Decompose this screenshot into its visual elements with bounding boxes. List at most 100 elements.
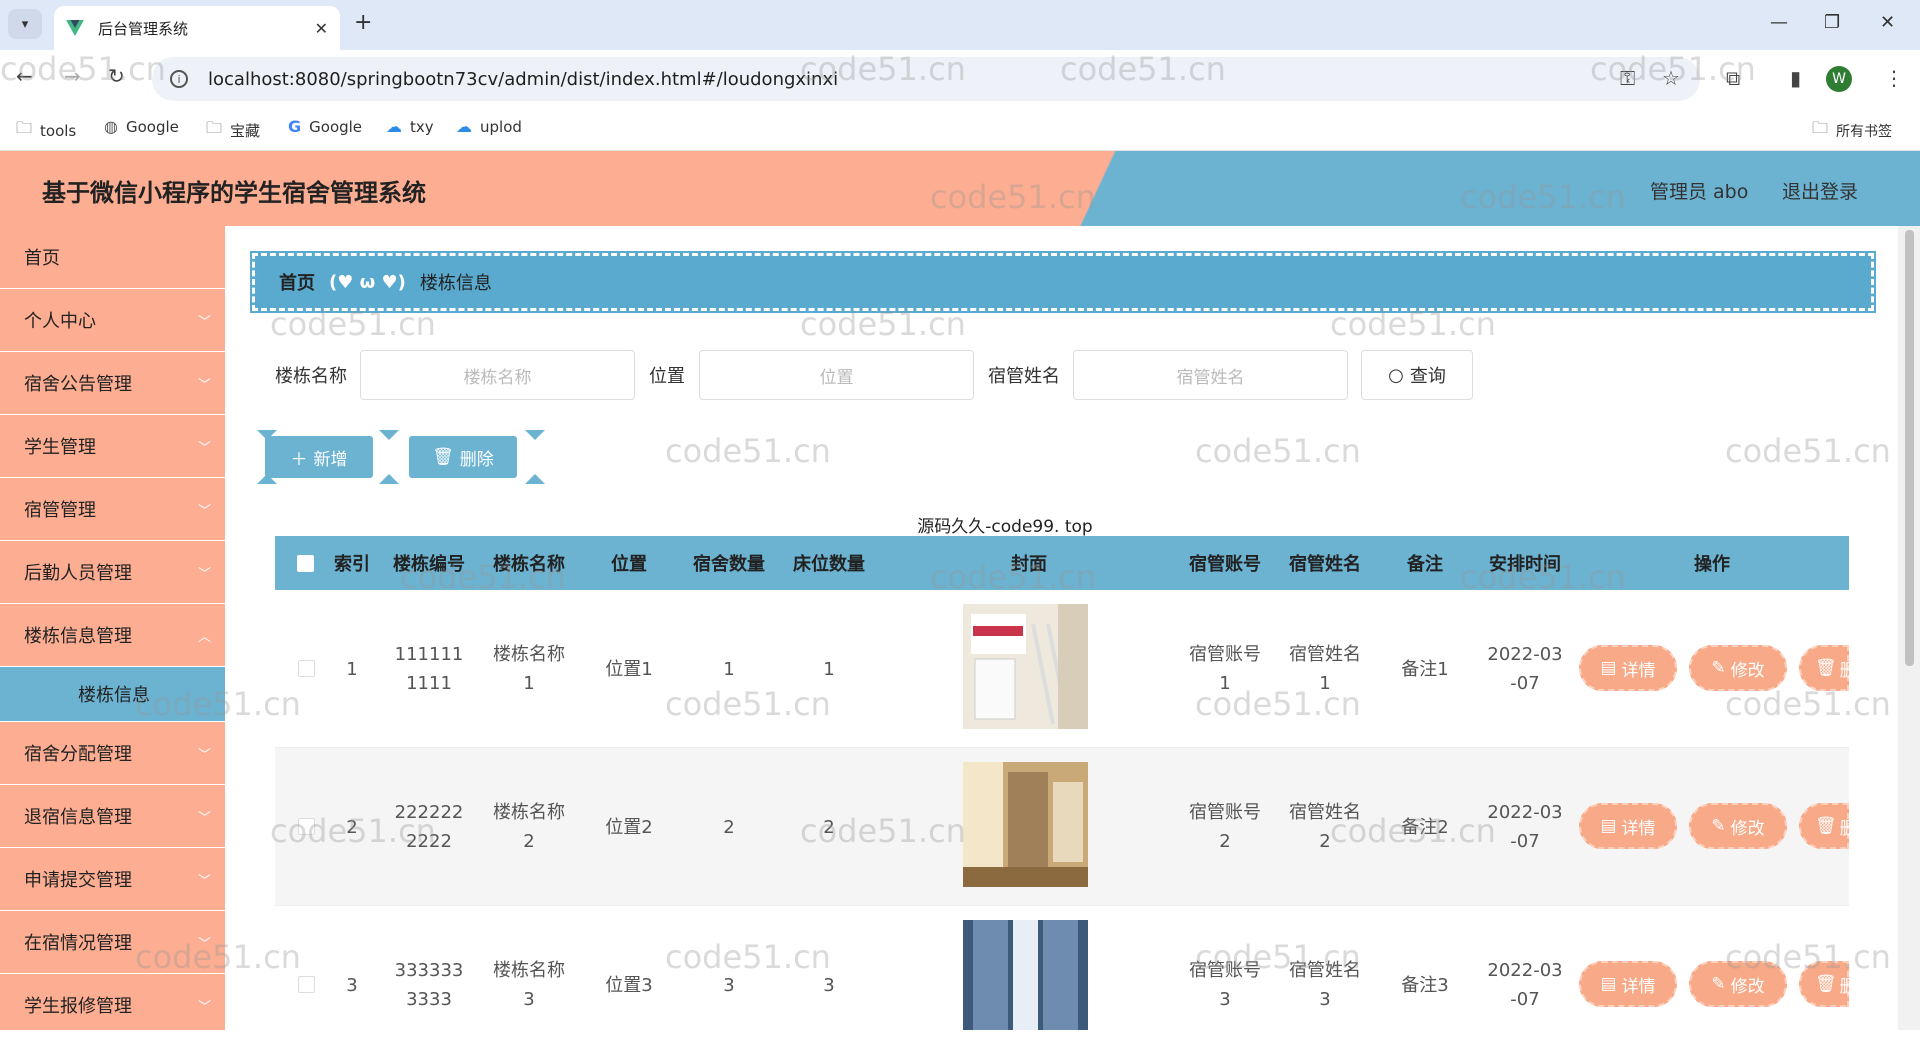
col-dorm-count: 宿舍数量 bbox=[693, 554, 765, 575]
row-delete-button[interactable]: 🗑 删 bbox=[1799, 803, 1857, 849]
table-row: 1 1111111111 楼栋名称1 位置1 1 1 宿管账号1 宿管姓名1 备… bbox=[275, 590, 1857, 748]
table-header: 索引 楼栋编号 楼栋名称 位置 宿舍数量 床位数量 封面 宿管账号 宿管姓名 备… bbox=[275, 536, 1849, 590]
back-icon[interactable]: ← bbox=[16, 64, 33, 88]
trash-icon: 🗑 bbox=[432, 447, 454, 467]
detail-button[interactable]: ▤ 详情 bbox=[1579, 961, 1677, 1007]
bookmark-tools[interactable]: 🗀 tools bbox=[16, 117, 76, 144]
detail-button[interactable]: ▤ 详情 bbox=[1579, 803, 1677, 849]
restore-icon[interactable]: ❐ bbox=[1824, 12, 1840, 33]
cell-time: 2022-03-07 bbox=[1487, 644, 1563, 694]
manager-name-label: 宿管姓名 bbox=[988, 366, 1060, 387]
query-button[interactable]: ○ 查询 bbox=[1361, 350, 1473, 400]
row-delete-button[interactable]: 🗑 删 bbox=[1799, 961, 1857, 1007]
profile-avatar[interactable]: W bbox=[1826, 66, 1852, 92]
delete-button[interactable]: 🗑 删除 bbox=[409, 436, 517, 478]
chevron-down-icon: ﹀ bbox=[197, 315, 211, 330]
position-input[interactable]: 位置 bbox=[699, 350, 974, 400]
add-button[interactable]: ＋新增 bbox=[265, 436, 373, 478]
url-text: localhost:8080/springbootn73cv/admin/dis… bbox=[208, 68, 839, 90]
cell-dorm-count: 3 bbox=[723, 974, 735, 996]
password-key-icon[interactable]: ⚿ bbox=[1620, 66, 1635, 90]
edit-button[interactable]: ✎ 修改 bbox=[1689, 961, 1787, 1007]
browser-tab[interactable]: 后台管理系统 ✕ bbox=[54, 6, 340, 50]
url-field[interactable]: i localhost:8080/springbootn73cv/admin/d… bbox=[152, 57, 1700, 101]
close-tab-icon[interactable]: ✕ bbox=[315, 19, 328, 38]
scrollbar-thumb[interactable] bbox=[1905, 230, 1914, 666]
cell-building-code: 1111111111 bbox=[394, 644, 464, 694]
forward-icon[interactable]: → bbox=[64, 64, 81, 88]
chevron-down-icon: ﹀ bbox=[197, 567, 211, 582]
chevron-up-icon: ︿ bbox=[197, 630, 211, 645]
site-info-icon[interactable]: i bbox=[170, 70, 188, 88]
sidebar-item-applications[interactable]: 申请提交管理 ﹀ bbox=[0, 848, 225, 911]
sidebar-item-building-info[interactable]: 楼栋信息管理 ︿ bbox=[0, 604, 225, 667]
all-bookmarks[interactable]: 🗀 所有书签 bbox=[1812, 117, 1892, 144]
table-caption: 源码久久-code99. top bbox=[917, 517, 1093, 537]
minimize-icon[interactable]: — bbox=[1770, 12, 1788, 33]
new-tab-icon[interactable]: + bbox=[354, 10, 372, 35]
edit-button[interactable]: ✎ 修改 bbox=[1689, 803, 1787, 849]
building-name-label: 楼栋名称 bbox=[275, 366, 347, 387]
chevron-down-icon: ﹀ bbox=[197, 811, 211, 826]
cover-image[interactable] bbox=[963, 762, 1088, 887]
menu-dots-icon[interactable]: ⋮ bbox=[1884, 66, 1904, 90]
sidebar-item-dorm-managers[interactable]: 宿管管理 ﹀ bbox=[0, 478, 225, 541]
row-checkbox[interactable] bbox=[298, 976, 315, 993]
manager-name-input[interactable]: 宿管姓名 bbox=[1073, 350, 1348, 400]
row-delete-button[interactable]: 🗑 删 bbox=[1799, 645, 1857, 691]
chevron-down-icon: ﹀ bbox=[197, 378, 211, 393]
select-all-checkbox[interactable] bbox=[297, 555, 314, 572]
edit-button[interactable]: ✎ 修改 bbox=[1689, 645, 1787, 691]
reload-icon[interactable]: ↻ bbox=[108, 64, 125, 88]
side-panel-icon[interactable]: ▮ bbox=[1790, 66, 1801, 90]
col-building-name: 楼栋名称 bbox=[493, 554, 565, 575]
col-manager-account: 宿管账号 bbox=[1189, 554, 1261, 575]
breadcrumb-home[interactable]: 首页 bbox=[279, 269, 315, 295]
cell-dorm-count: 1 bbox=[723, 658, 735, 680]
col-note: 备注 bbox=[1407, 554, 1443, 575]
sidebar-item-repairs[interactable]: 学生报修管理 ﹀ bbox=[0, 974, 225, 1037]
document-icon: ▤ bbox=[1600, 974, 1617, 994]
bookmark-baozang[interactable]: 🗀 宝藏 bbox=[206, 117, 260, 144]
bookmark-uplod[interactable]: ☁ uplod bbox=[456, 117, 522, 136]
cell-building-name: 楼栋名称3 bbox=[493, 960, 565, 1010]
cell-manager-name: 宿管姓名2 bbox=[1289, 802, 1361, 852]
sidebar-subitem-building[interactable]: 楼栋信息 bbox=[0, 667, 225, 722]
close-window-icon[interactable]: ✕ bbox=[1880, 12, 1895, 33]
sidebar-item-residence[interactable]: 在宿情况管理 ﹀ bbox=[0, 911, 225, 974]
logout-link[interactable]: 退出登录 bbox=[1782, 177, 1858, 204]
sidebar-item-personal-center[interactable]: 个人中心 ﹀ bbox=[0, 289, 225, 352]
row-checkbox[interactable] bbox=[298, 660, 315, 677]
extensions-icon[interactable]: ⧉ bbox=[1726, 66, 1740, 90]
cell-manager-account: 宿管账号2 bbox=[1189, 802, 1261, 852]
building-name-input[interactable]: 楼栋名称 bbox=[360, 350, 635, 400]
sidebar-item-home[interactable]: 首页 bbox=[0, 226, 225, 289]
col-manager-name: 宿管姓名 bbox=[1289, 554, 1361, 575]
sidebar-item-dorm-allocation[interactable]: 宿舍分配管理 ﹀ bbox=[0, 722, 225, 785]
search-icon: ○ bbox=[1388, 364, 1404, 386]
detail-button[interactable]: ▤ 详情 bbox=[1579, 645, 1677, 691]
ribbon-decoration bbox=[525, 474, 545, 484]
cell-index: 3 bbox=[346, 974, 358, 996]
cover-image[interactable] bbox=[963, 604, 1088, 729]
address-bar-row: ← → ↻ i localhost:8080/springbootn73cv/a… bbox=[0, 50, 1920, 108]
bookmark-txy[interactable]: ☁ txy bbox=[386, 117, 434, 136]
bookmark-google-2[interactable]: G Google bbox=[288, 117, 362, 136]
folder-icon: 🗀 bbox=[16, 118, 33, 137]
cell-note: 备注3 bbox=[1401, 974, 1449, 996]
cell-bed-count: 2 bbox=[823, 816, 835, 838]
sidebar-item-students[interactable]: 学生管理 ﹀ bbox=[0, 415, 225, 478]
sidebar-item-logistics[interactable]: 后勤人员管理 ﹀ bbox=[0, 541, 225, 604]
chevron-down-icon: ﹀ bbox=[197, 441, 211, 456]
bookmark-star-icon[interactable]: ☆ bbox=[1662, 66, 1680, 90]
admin-label: 管理员 abo bbox=[1650, 181, 1749, 203]
sidebar-item-dorm-notice[interactable]: 宿舍公告管理 ﹀ bbox=[0, 352, 225, 415]
bookmark-google[interactable]: ◍ Google bbox=[104, 117, 179, 136]
row-checkbox[interactable] bbox=[298, 818, 315, 835]
sidebar-item-checkout[interactable]: 退宿信息管理 ﹀ bbox=[0, 785, 225, 848]
tab-search-button[interactable]: ▾ bbox=[8, 9, 42, 39]
cell-manager-account: 宿管账号3 bbox=[1189, 960, 1261, 1010]
cover-image[interactable] bbox=[963, 920, 1088, 1030]
cell-note: 备注2 bbox=[1401, 816, 1449, 838]
ribbon-decoration bbox=[379, 430, 399, 440]
